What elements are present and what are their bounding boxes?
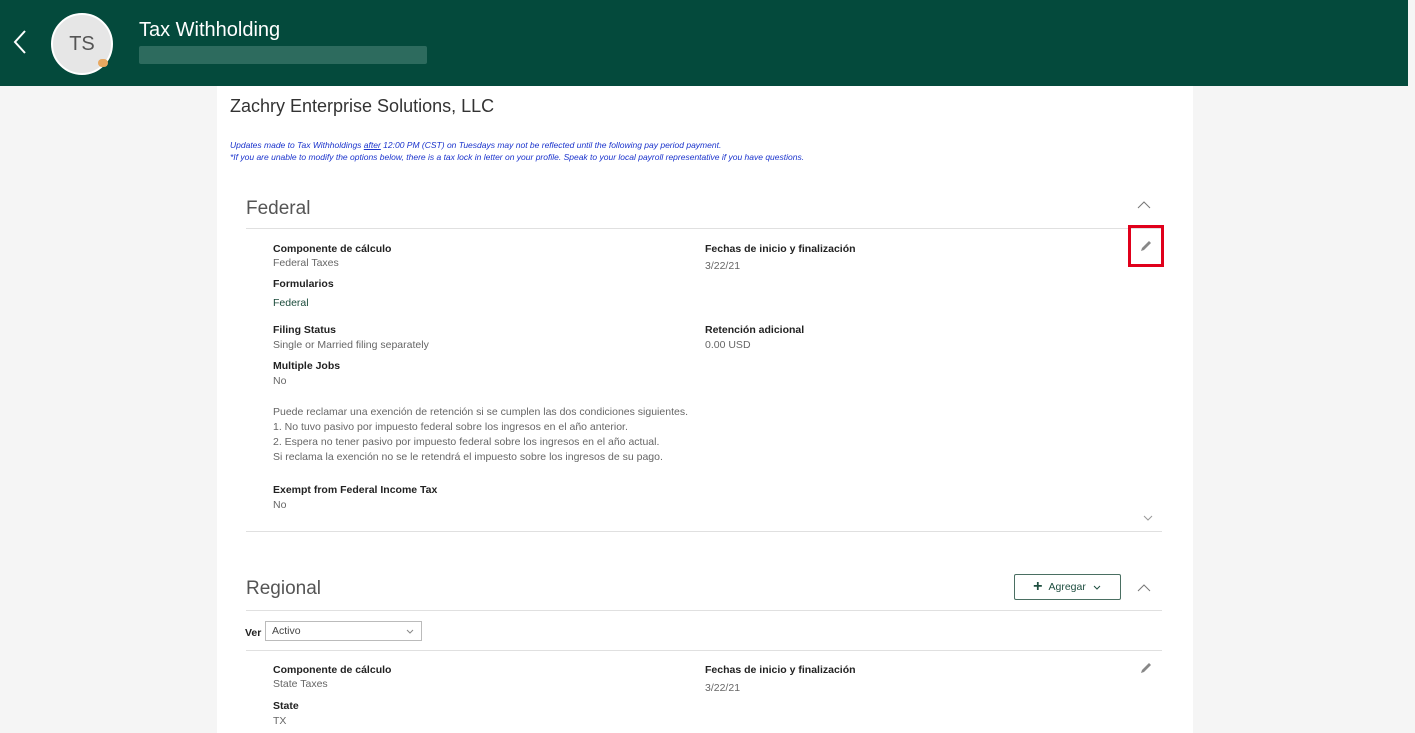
back-button[interactable] [8, 24, 32, 60]
notice-line-1-emph: after [363, 140, 381, 150]
view-select-value: Activo [272, 625, 301, 637]
add-button[interactable]: + Agregar [1014, 574, 1121, 600]
federal-dates-value: 3/22/21 [705, 260, 741, 272]
main-panel: Zachry Enterprise Solutions, LLC Updates… [217, 86, 1193, 733]
regional-component-label: Componente de cálculo [273, 664, 392, 676]
federal-component-label: Componente de cálculo [273, 243, 392, 255]
add-button-label: Agregar [1048, 581, 1086, 593]
collapse-federal-icon[interactable] [1136, 200, 1152, 210]
exemption-line-4: Si reclama la exención no se le retendrá… [273, 451, 663, 463]
state-value: TX [273, 715, 287, 727]
federal-divider [246, 228, 1162, 229]
header-subtitle-redacted [139, 46, 427, 64]
federal-section-title: Federal [246, 198, 311, 219]
exemption-line-1: Puede reclamar una exención de retención… [273, 406, 688, 418]
state-label: State [273, 700, 299, 712]
regional-dates-value: 3/22/21 [705, 682, 741, 694]
pencil-icon [1141, 241, 1151, 251]
company-name: Zachry Enterprise Solutions, LLC [230, 96, 495, 116]
chevron-left-icon [13, 30, 26, 54]
pencil-icon [1141, 663, 1151, 673]
notice-text: Updates made to Tax Withholdings after 1… [230, 139, 804, 163]
regional-dates-label: Fechas de inicio y finalización [705, 664, 856, 676]
collapse-regional-icon[interactable] [1136, 583, 1152, 593]
multiple-jobs-value: No [273, 375, 287, 387]
notice-line-1: Updates made to Tax Withholdings after 1… [230, 139, 804, 151]
chevron-down-icon [406, 629, 414, 634]
view-label: Ver [245, 627, 262, 639]
view-select[interactable]: Activo [265, 621, 422, 641]
federal-edit-button[interactable] [1138, 238, 1154, 254]
avatar-status-dot [98, 59, 108, 67]
notice-line-1-end: 12:00 PM (CST) on Tuesdays may not be re… [380, 140, 722, 150]
federal-component-value: Federal Taxes [273, 257, 339, 269]
exempt-label: Exempt from Federal Income Tax [273, 484, 438, 496]
plus-icon: + [1033, 578, 1043, 595]
federal-bottom-divider [246, 531, 1162, 532]
regional-edit-button[interactable] [1138, 660, 1154, 676]
exempt-value: No [273, 499, 287, 511]
federal-forms-link[interactable]: Federal [273, 297, 309, 309]
exemption-line-2: 1. No tuvo pasivo por impuesto federal s… [273, 421, 628, 433]
avatar-initials: TS [69, 32, 95, 55]
app-header: TS Tax Withholding [0, 0, 1408, 86]
federal-forms-label: Formularios [273, 278, 334, 290]
notice-line-1-start: Updates made to Tax Withholdings [230, 140, 364, 150]
additional-withholding-value: 0.00 USD [705, 339, 751, 351]
additional-withholding-label: Retención adicional [705, 324, 805, 336]
regional-divider [246, 610, 1162, 611]
chevron-down-icon [1093, 585, 1101, 590]
exemption-line-3: 2. Espera no tener pasivo por impuesto f… [273, 436, 660, 448]
filing-status-value: Single or Married filing separately [273, 339, 429, 351]
regional-view-divider [246, 650, 1162, 651]
regional-component-value: State Taxes [273, 678, 328, 690]
exemption-info: Puede reclamar una exención de retención… [273, 405, 688, 465]
filing-status-label: Filing Status [273, 324, 336, 336]
regional-section-title: Regional [246, 578, 321, 599]
expand-federal-details-icon[interactable] [1142, 514, 1154, 522]
page-title: Tax Withholding [139, 19, 281, 41]
multiple-jobs-label: Multiple Jobs [273, 360, 341, 372]
notice-line-2: *If you are unable to modify the options… [230, 152, 805, 162]
federal-dates-label: Fechas de inicio y finalización [705, 243, 856, 255]
